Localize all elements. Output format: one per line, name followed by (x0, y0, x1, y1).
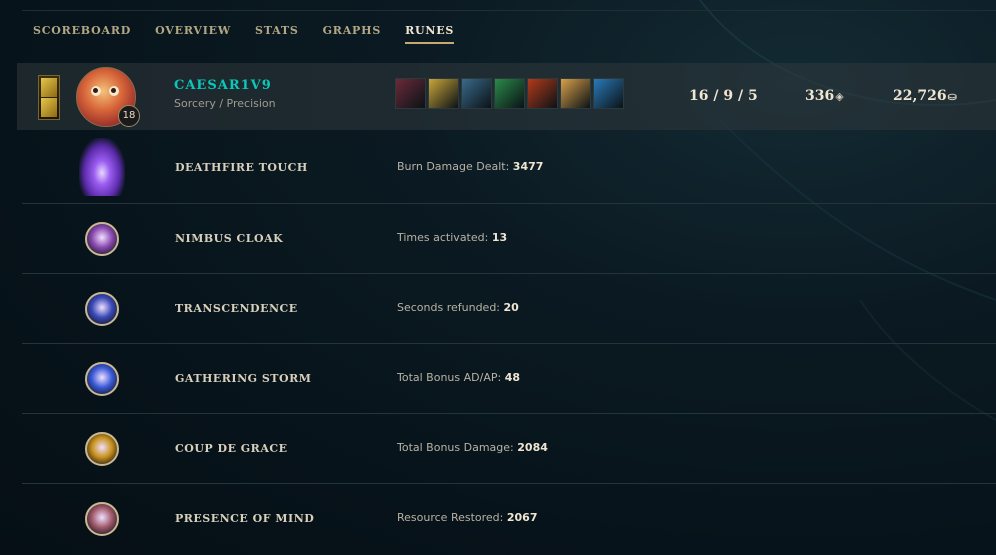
item-slot-icon[interactable] (461, 78, 492, 109)
rune-row: GATHERING STORM Total Bonus AD/AP: 48 (22, 343, 996, 414)
rune-name: NIMBUS CLOAK (175, 232, 284, 245)
rune-row: TRANSCENDENCE Seconds refunded: 20 (22, 273, 996, 344)
rune-stat-value: 2067 (506, 511, 538, 524)
minion-icon: ◈ (835, 90, 844, 103)
rune-name: COUP DE GRACE (175, 442, 288, 455)
rune-paths: Sorcery / Precision (174, 97, 276, 110)
rune-name: GATHERING STORM (175, 372, 312, 385)
player-row: 18 CAESAR1V9 Sorcery / Precision 16 / 9 … (17, 63, 996, 130)
rune-stat: Seconds refunded: 20 (397, 301, 519, 314)
tab-graphs[interactable]: GRAPHS (323, 24, 381, 44)
coup-de-grace-icon[interactable] (85, 432, 119, 466)
kda-score: 16 / 9 / 5 (689, 88, 758, 104)
rune-row: PRESENCE OF MIND Resource Restored: 2067 (22, 483, 996, 554)
rune-name: DEATHFIRE TOUCH (175, 161, 308, 174)
item-slot-icon[interactable] (560, 78, 591, 109)
item-slot-icon[interactable] (593, 78, 624, 109)
rune-stat: Resource Restored: 2067 (397, 511, 538, 524)
deathfire-touch-icon[interactable] (79, 138, 125, 196)
item-slot-icon[interactable] (428, 78, 459, 109)
tab-runes[interactable]: RUNES (405, 24, 455, 44)
rune-stat-value: 3477 (512, 160, 544, 173)
rune-name: PRESENCE OF MIND (175, 512, 315, 525)
rune-stat-label: Seconds refunded: (397, 301, 501, 314)
top-divider (22, 10, 996, 11)
rune-row: DEATHFIRE TOUCH Burn Damage Dealt: 3477 (22, 133, 996, 203)
rune-stat-value: 20 (503, 301, 519, 314)
gold-coins-icon: ⛀ (947, 90, 957, 103)
champion-level-badge: 18 (118, 105, 140, 127)
item-slot-icon[interactable] (494, 78, 525, 109)
rune-stat: Times activated: 13 (397, 231, 507, 244)
rune-row: COUP DE GRACE Total Bonus Damage: 2084 (22, 413, 996, 484)
rune-stat: Total Bonus Damage: 2084 (397, 441, 548, 454)
trinket-icon (38, 75, 60, 120)
item-slot-icon[interactable] (527, 78, 558, 109)
rune-stat: Total Bonus AD/AP: 48 (397, 371, 520, 384)
rune-stat-label: Resource Restored: (397, 511, 504, 524)
rune-stat-value: 2084 (517, 441, 548, 454)
rune-stat-label: Times activated: (397, 231, 489, 244)
rune-name: TRANSCENDENCE (175, 302, 298, 315)
rune-row: NIMBUS CLOAK Times activated: 13 (22, 203, 996, 274)
tab-stats[interactable]: STATS (255, 24, 299, 44)
item-list (395, 78, 624, 109)
tab-scoreboard[interactable]: SCOREBOARD (33, 24, 131, 44)
transcendence-icon[interactable] (85, 292, 119, 326)
tab-bar: SCOREBOARD OVERVIEW STATS GRAPHS RUNES (33, 24, 478, 44)
creep-score: 336◈ (805, 88, 844, 104)
rune-stat: Burn Damage Dealt: 3477 (397, 160, 543, 173)
rune-stat-label: Burn Damage Dealt: (397, 160, 510, 173)
player-name[interactable]: CAESAR1V9 (174, 78, 272, 93)
gold-earned: 22,726⛀ (893, 88, 957, 104)
tab-overview[interactable]: OVERVIEW (155, 24, 231, 44)
item-slot-icon[interactable] (395, 78, 426, 109)
rune-stat-label: Total Bonus AD/AP: (397, 371, 502, 384)
rune-stat-value: 13 (491, 231, 508, 244)
rune-stat-value: 48 (504, 371, 521, 384)
gathering-storm-icon[interactable] (85, 362, 119, 396)
presence-of-mind-icon[interactable] (85, 502, 119, 536)
rune-stat-label: Total Bonus Damage: (397, 441, 514, 454)
nimbus-cloak-icon[interactable] (85, 222, 119, 256)
